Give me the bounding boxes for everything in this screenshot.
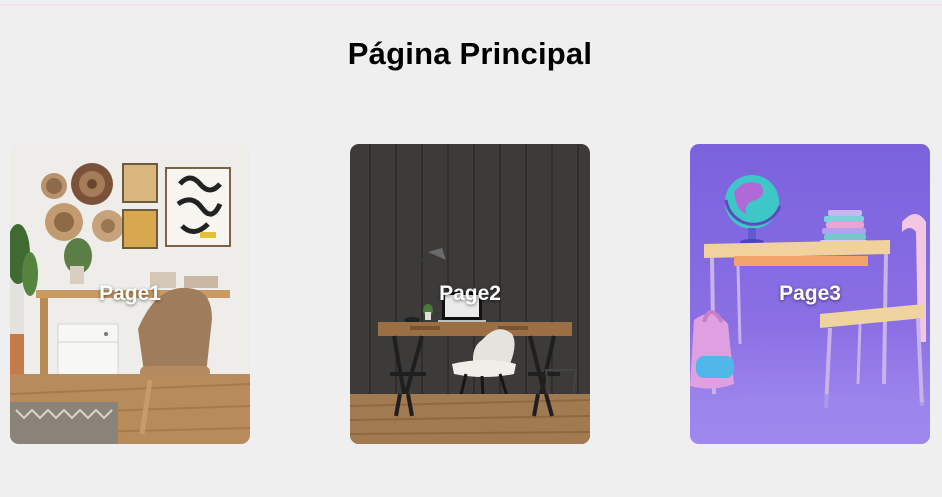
- page2-card-link[interactable]: Page2: [350, 144, 590, 444]
- page1-card-link[interactable]: Page1: [10, 144, 250, 444]
- page3-label: Page3: [779, 282, 841, 305]
- page2-label: Page2: [439, 282, 501, 305]
- top-border-line: [0, 4, 942, 6]
- page1-label: Page1: [99, 282, 161, 305]
- page-title: Página Principal: [347, 36, 593, 71]
- page3-card-link[interactable]: Page3: [690, 144, 930, 444]
